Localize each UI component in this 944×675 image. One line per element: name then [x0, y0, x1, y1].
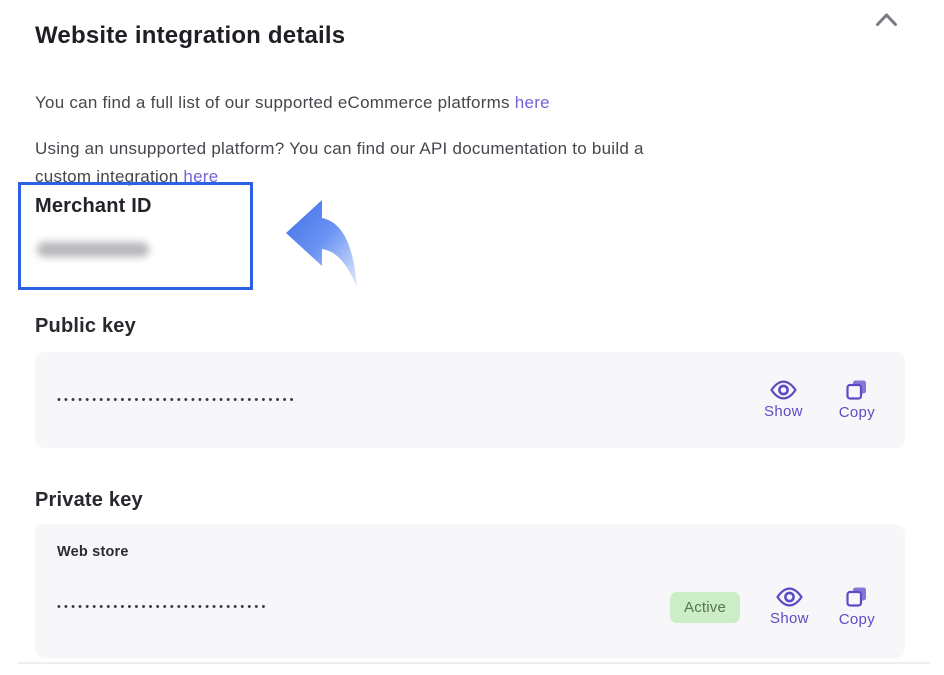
private-key-copy-button[interactable]: Copy — [839, 586, 875, 628]
copy-icon — [846, 586, 868, 608]
page-title: Website integration details — [35, 22, 345, 50]
curved-arrow-icon — [284, 197, 362, 291]
eye-icon — [776, 587, 803, 607]
public-key-show-button[interactable]: Show — [764, 380, 803, 420]
private-key-row: •••••••••••••••••••••••••••••• Active Sh… — [57, 586, 875, 628]
public-key-heading: Public key — [35, 315, 136, 338]
supported-platforms-text-body: You can find a full list of our supporte… — [35, 93, 510, 112]
public-key-copy-button[interactable]: Copy — [839, 379, 875, 421]
merchant-id-annotation-box: Merchant ID — [18, 182, 253, 290]
copy-icon — [846, 379, 868, 401]
private-key-actions: Active Show Copy — [670, 586, 875, 628]
collapse-section-button[interactable] — [873, 10, 900, 29]
private-key-show-button[interactable]: Show — [770, 587, 809, 627]
public-key-card: •••••••••••••••••••••••••••••••••• Show … — [35, 352, 905, 448]
api-docs-text-line1: Using an unsupported platform? You can f… — [35, 139, 644, 158]
private-key-masked-value: •••••••••••••••••••••••••••••• — [57, 601, 269, 613]
status-badge: Active — [670, 592, 740, 623]
merchant-id-label: Merchant ID — [35, 195, 250, 218]
supported-platforms-here-link[interactable]: here — [515, 93, 550, 112]
chevron-up-icon — [875, 12, 898, 27]
merchant-id-value-redacted — [37, 242, 149, 257]
private-key-heading: Private key — [35, 489, 143, 512]
copy-button-label: Copy — [839, 404, 875, 421]
public-key-masked-value: •••••••••••••••••••••••••••••••••• — [57, 394, 297, 406]
public-key-actions: Show Copy — [764, 379, 875, 421]
copy-button-label: Copy — [839, 611, 875, 628]
private-key-card: Web store ••••••••••••••••••••••••••••••… — [35, 524, 905, 658]
show-button-label: Show — [764, 403, 803, 420]
bottom-divider — [18, 662, 930, 664]
eye-icon — [770, 380, 797, 400]
supported-platforms-text: You can find a full list of our supporte… — [35, 89, 550, 117]
show-button-label: Show — [770, 610, 809, 627]
web-store-label: Web store — [57, 544, 875, 560]
